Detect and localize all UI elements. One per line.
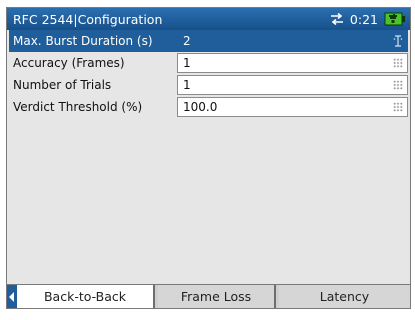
row-label: Accuracy (Frames) bbox=[13, 56, 125, 70]
row-label: Number of Trials bbox=[13, 78, 112, 92]
keypad-icon[interactable] bbox=[393, 102, 403, 112]
row-accuracy-frames[interactable]: Accuracy (Frames) 1 bbox=[9, 52, 408, 74]
tab-bar: Back-to-Back Frame Loss Latency bbox=[7, 284, 410, 308]
field-value: 100.0 bbox=[183, 100, 218, 114]
battery-charging-icon bbox=[384, 12, 406, 26]
clock-time: 0:21 bbox=[349, 11, 378, 27]
tab-back-to-back[interactable]: Back-to-Back bbox=[17, 285, 155, 308]
number-of-trials-field[interactable]: 1 bbox=[177, 75, 408, 95]
tab-scroll-left-button[interactable] bbox=[7, 285, 17, 308]
page-title: RFC 2544|Configuration bbox=[13, 11, 163, 27]
accuracy-frames-field[interactable]: 1 bbox=[177, 53, 408, 73]
status-area: 0:21 bbox=[330, 12, 406, 27]
field-value: 1 bbox=[183, 56, 191, 70]
row-number-of-trials[interactable]: Number of Trials 1 bbox=[9, 74, 408, 96]
field-value: 1 bbox=[183, 78, 191, 92]
network-activity-icon bbox=[330, 13, 344, 25]
tab-frame-loss[interactable]: Frame Loss bbox=[158, 285, 276, 308]
field-value: 2 bbox=[183, 34, 191, 48]
title-bar: RFC 2544|Configuration 0:21 bbox=[7, 8, 410, 30]
row-max-burst-duration[interactable]: Max. Burst Duration (s) 2 bbox=[9, 30, 408, 52]
config-table: Max. Burst Duration (s) 2 Accuracy (Fram… bbox=[9, 30, 408, 118]
row-verdict-threshold[interactable]: Verdict Threshold (%) 100.0 bbox=[9, 96, 408, 118]
app-screen: RFC 2544|Configuration 0:21 Max. Burst D… bbox=[6, 7, 411, 309]
keypad-icon[interactable] bbox=[393, 58, 403, 68]
row-label: Verdict Threshold (%) bbox=[13, 100, 143, 114]
max-burst-duration-field[interactable]: 2 bbox=[177, 31, 408, 51]
verdict-threshold-field[interactable]: 100.0 bbox=[177, 97, 408, 117]
tab-latency[interactable]: Latency bbox=[279, 285, 410, 308]
keypad-icon[interactable] bbox=[393, 80, 403, 90]
text-edit-icon[interactable] bbox=[393, 35, 403, 47]
row-label: Max. Burst Duration (s) bbox=[13, 34, 153, 48]
chevron-left-icon bbox=[9, 291, 14, 302]
